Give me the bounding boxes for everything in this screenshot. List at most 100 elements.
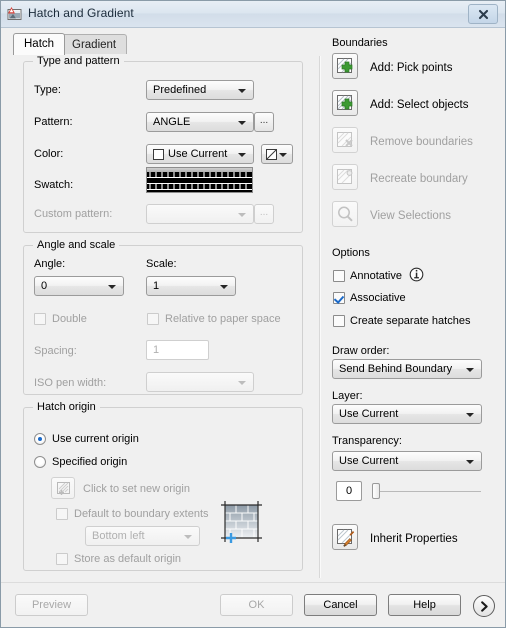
inherit-properties-button[interactable] xyxy=(332,524,358,550)
expand-options-button[interactable] xyxy=(473,595,495,617)
set-new-origin-label: Click to set new origin xyxy=(83,483,190,495)
tab-gradient[interactable]: Gradient xyxy=(61,34,128,54)
angle-value: 0 xyxy=(41,280,48,292)
chevron-down-icon xyxy=(238,381,246,385)
tab-hatch[interactable]: Hatch xyxy=(13,33,66,55)
chevron-down-icon xyxy=(238,213,246,217)
create-separate-hatches-checkbox[interactable] xyxy=(333,315,345,327)
store-as-default-origin-label: Store as default origin xyxy=(74,553,182,565)
chevron-down-icon xyxy=(466,368,474,372)
brick-origin-preview xyxy=(218,499,262,543)
ok-label: OK xyxy=(248,599,265,611)
tab-hatch-label: Hatch xyxy=(24,38,55,50)
view-selections-label: View Selections xyxy=(370,210,451,222)
color-label: Color: xyxy=(34,148,64,160)
cancel-button[interactable]: Cancel xyxy=(304,594,377,616)
layer-combo[interactable]: Use Current xyxy=(332,404,482,424)
color-value: Use Current xyxy=(168,148,228,160)
specified-origin-radio[interactable] xyxy=(34,456,46,468)
extents-corner-combo[interactable]: Bottom left xyxy=(85,526,200,546)
group-hatch-origin-title: Hatch origin xyxy=(33,401,100,413)
relative-to-paper-space-checkbox[interactable] xyxy=(147,313,159,325)
window-title: Hatch and Gradient xyxy=(28,6,134,20)
pattern-browse-button[interactable]: ... xyxy=(254,112,274,132)
store-as-default-origin-checkbox[interactable] xyxy=(56,553,68,565)
angle-combo[interactable]: 0 xyxy=(34,276,124,296)
iso-pen-width-combo[interactable] xyxy=(146,372,254,392)
chevron-down-icon xyxy=(279,153,287,157)
custom-pattern-browse-label: ... xyxy=(259,207,269,218)
transparency-amount-input[interactable]: 0 xyxy=(336,481,362,501)
set-new-origin-button[interactable] xyxy=(51,477,75,499)
pattern-value: ANGLE xyxy=(153,116,191,128)
chevron-down-icon xyxy=(466,413,474,417)
specified-origin-label: Specified origin xyxy=(52,456,128,468)
pattern-browse-label: ... xyxy=(259,115,269,126)
add-pick-points-label: Add: Pick points xyxy=(370,62,453,74)
no-color-icon xyxy=(266,149,277,160)
annotative-checkbox[interactable] xyxy=(333,270,345,282)
pattern-combo[interactable]: ANGLE xyxy=(146,112,254,132)
info-icon[interactable] xyxy=(409,267,424,285)
color-combo[interactable]: Use Current xyxy=(146,144,254,164)
background-color-combo[interactable] xyxy=(261,144,293,164)
associative-checkbox[interactable] xyxy=(333,292,345,304)
preview-button[interactable]: Preview xyxy=(15,594,88,616)
group-angle-and-scale-title: Angle and scale xyxy=(33,239,120,251)
inherit-properties-label: Inherit Properties xyxy=(370,533,458,545)
titlebar: Hatch and Gradient xyxy=(1,1,505,28)
group-options-title: Options xyxy=(332,247,370,259)
chevron-down-icon xyxy=(108,285,116,289)
chevron-down-icon xyxy=(238,121,246,125)
angle-label: Angle: xyxy=(34,258,66,270)
layer-value: Use Current xyxy=(339,408,399,420)
help-button[interactable]: Help xyxy=(388,594,461,616)
autocad-hatch-icon xyxy=(7,6,23,22)
recreate-boundary-button[interactable] xyxy=(332,164,358,190)
ok-button[interactable]: OK xyxy=(220,594,293,616)
transparency-slider-track[interactable] xyxy=(374,491,481,492)
remove-boundaries-button[interactable] xyxy=(332,127,358,153)
pattern-swatch[interactable] xyxy=(146,167,253,193)
annotative-label: Annotative xyxy=(350,270,402,282)
draw-order-label: Draw order: xyxy=(332,345,390,357)
recreate-boundary-label: Recreate boundary xyxy=(370,173,468,185)
chevron-down-icon xyxy=(220,285,228,289)
scale-value: 1 xyxy=(153,280,160,292)
type-combo[interactable]: Predefined xyxy=(146,80,254,100)
transparency-slider-thumb[interactable] xyxy=(372,483,380,499)
custom-pattern-browse-button[interactable]: ... xyxy=(254,204,274,224)
transparency-label: Transparency: xyxy=(332,435,402,447)
chevron-down-icon xyxy=(238,89,246,93)
chevron-right-circle-icon xyxy=(479,600,490,612)
add-select-objects-label: Add: Select objects xyxy=(370,99,469,111)
custom-pattern-combo[interactable] xyxy=(146,204,254,224)
pattern-label: Pattern: xyxy=(34,116,73,128)
add-pick-points-button[interactable] xyxy=(332,53,358,79)
iso-pen-width-label: ISO pen width: xyxy=(34,377,107,389)
use-current-origin-radio[interactable] xyxy=(34,433,46,445)
view-selections-button[interactable] xyxy=(332,201,358,227)
color-swatch-icon xyxy=(153,149,164,160)
group-type-and-pattern-title: Type and pattern xyxy=(33,55,124,67)
preview-label: Preview xyxy=(31,599,72,611)
transparency-combo[interactable]: Use Current xyxy=(332,451,482,471)
default-to-boundary-extents-label: Default to boundary extents xyxy=(74,508,209,520)
spacing-label: Spacing: xyxy=(34,345,77,357)
draw-order-combo[interactable]: Send Behind Boundary xyxy=(332,359,482,379)
help-label: Help xyxy=(413,599,436,611)
scale-combo[interactable]: 1 xyxy=(146,276,236,296)
create-separate-hatches-label: Create separate hatches xyxy=(350,315,471,327)
extents-corner-value: Bottom left xyxy=(92,530,145,542)
close-button[interactable] xyxy=(468,4,498,24)
spacing-input[interactable]: 1 xyxy=(146,340,209,360)
spacing-value: 1 xyxy=(153,344,160,356)
add-select-objects-button[interactable] xyxy=(332,90,358,116)
type-label: Type: xyxy=(34,84,61,96)
dialog-footer: Preview OK Cancel Help xyxy=(1,582,505,627)
layer-label: Layer: xyxy=(332,390,363,402)
default-to-boundary-extents-checkbox[interactable] xyxy=(56,508,68,520)
transparency-value: Use Current xyxy=(339,455,399,467)
double-checkbox[interactable] xyxy=(34,313,46,325)
custom-pattern-label: Custom pattern: xyxy=(34,208,113,220)
